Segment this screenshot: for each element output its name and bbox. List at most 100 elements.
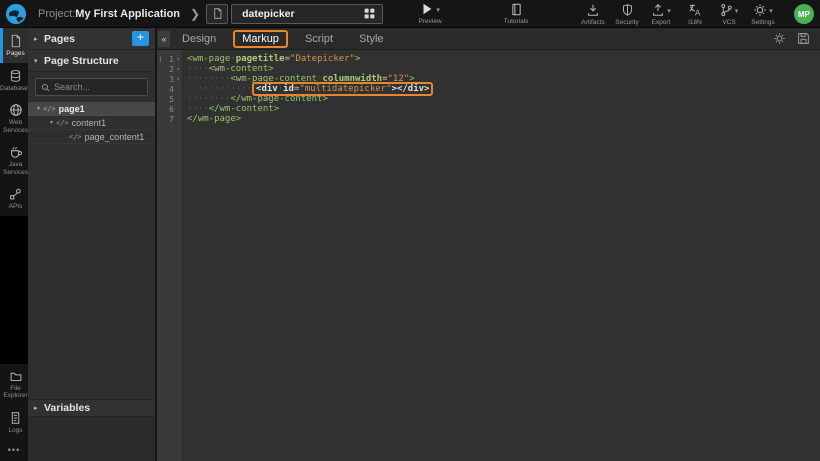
chevron-down-icon[interactable]: ▾ (735, 7, 739, 15)
activity-bar-spacer (0, 216, 28, 364)
code-line-5[interactable]: ········</wm-page-content> (183, 94, 820, 104)
editor-code[interactable]: <wm-page·pagetitle="Datepicker">····<wm-… (183, 50, 820, 461)
panel-bottom-space (28, 417, 155, 461)
sidebar-item-logs[interactable]: Logs (0, 405, 28, 440)
editor-gutter: i1▾2▾3▾4567 (157, 50, 183, 461)
preview-button[interactable]: ▾ Preview (415, 2, 445, 25)
code-line-1[interactable]: <wm-page·pagetitle="Datepicker"> (183, 54, 820, 64)
expanded-triangle-icon[interactable]: ▾ (47, 119, 56, 126)
tab-script[interactable]: Script (305, 33, 333, 45)
sidebar-item-apis[interactable]: APIs (0, 181, 28, 216)
globe-icon (9, 103, 23, 117)
code-line-4[interactable]: ············<div·id="multidatepicker"></… (183, 84, 820, 94)
line-number: 7 (164, 115, 174, 124)
tab-markup[interactable]: Markup (233, 30, 288, 48)
settings-button[interactable]: ▾Settings (748, 3, 778, 26)
editor-area: « Design Markup Script Style (157, 28, 820, 461)
project-label: Project: (38, 8, 75, 20)
widget-code-icon: </> (43, 105, 56, 113)
code-token: <wm-content> (209, 64, 274, 74)
pages-panel: ▸ Pages + ▾ Page Structure ▾</>page1▾</>… (28, 28, 157, 461)
branch-icon (720, 3, 733, 17)
sidebar-item-java-services[interactable]: Java Services (0, 139, 28, 181)
page-file-button[interactable] (206, 4, 228, 24)
expanded-triangle-icon: ▾ (34, 57, 44, 65)
sidebar-item-web-services[interactable]: Web Services (0, 97, 28, 139)
line-number: 6 (164, 105, 174, 114)
sidebar-item-databases[interactable]: Databases (0, 63, 28, 98)
code-line-7[interactable]: </wm-page> (183, 114, 820, 124)
pages-section-header[interactable]: ▸ Pages + (28, 28, 155, 50)
code-token: pagetitle (236, 54, 285, 64)
tutorials-button[interactable]: Tutorials (501, 3, 531, 25)
i18n-button[interactable]: AI18N (680, 3, 710, 26)
fold-arrow-icon[interactable]: ▾ (174, 76, 182, 83)
variables-section-header[interactable]: ▸ Variables (28, 399, 155, 417)
tree-node-page_content1[interactable]: </>page_content1 (28, 130, 155, 144)
tree-node-content1[interactable]: ▾</>content1 (28, 116, 155, 130)
sidebar-item-pages[interactable]: Pages (0, 28, 28, 63)
chevron-down-icon[interactable]: ▾ (769, 7, 773, 15)
chevron-down-icon[interactable]: ▾ (436, 6, 440, 14)
tab-style[interactable]: Style (359, 33, 383, 45)
code-token: > (355, 54, 360, 64)
open-page-tab-label: datepicker (242, 8, 363, 20)
sidebar-item-file-explorer[interactable]: File Explorer (0, 364, 28, 405)
code-whitespace: ········ (187, 94, 230, 104)
page-structure-header[interactable]: ▾ Page Structure (28, 50, 155, 72)
add-page-button[interactable]: + (132, 31, 149, 46)
info-marker-icon: i (157, 55, 164, 64)
security-button[interactable]: Security (612, 3, 642, 26)
code-token: ></div> (392, 84, 430, 94)
more-options-button[interactable]: ••• (0, 439, 28, 461)
code-token: id (283, 84, 294, 94)
sidebar-item-label: Pages (6, 50, 24, 58)
editor-tab-bar: « Design Markup Script Style (157, 28, 820, 50)
code-line-2[interactable]: ····<wm-content> (183, 64, 820, 74)
fold-arrow-icon[interactable]: ▾ (174, 56, 182, 63)
breadcrumb-chevron-icon: ❯ (190, 7, 200, 21)
gutter-row[interactable]: 2▾ (157, 64, 182, 74)
gutter-row[interactable]: 4 (157, 84, 182, 94)
save-icon[interactable] (797, 32, 810, 45)
editor-settings-gear-icon[interactable] (773, 32, 786, 45)
gutter-row[interactable]: 3▾ (157, 74, 182, 84)
gutter-row[interactable]: 6 (157, 104, 182, 114)
code-token: </wm-page-content> (230, 94, 328, 104)
chevron-down-icon[interactable]: ▾ (667, 7, 671, 15)
markup-code-editor[interactable]: i1▾2▾3▾4567 <wm-page·pagetitle="Datepick… (157, 50, 820, 461)
gutter-row[interactable]: i1▾ (157, 54, 182, 64)
structure-search[interactable] (35, 78, 148, 96)
sidebar-item-label: Java Services (3, 161, 28, 176)
fold-arrow-icon[interactable]: ▾ (174, 66, 182, 73)
project-breadcrumb[interactable]: Project:My First Application (38, 8, 180, 20)
code-line-6[interactable]: ····</wm-content> (183, 104, 820, 114)
grid-icon[interactable] (363, 7, 376, 20)
collapse-panel-button[interactable]: « (158, 31, 170, 47)
gutter-row[interactable]: 7 (157, 114, 182, 124)
tree-node-label: content1 (72, 118, 107, 128)
wavemaker-logo-icon (5, 3, 27, 25)
artifacts-button[interactable]: Artifacts (578, 3, 608, 26)
gutter-row[interactable]: 5 (157, 94, 182, 104)
collapsed-triangle-icon: ▸ (34, 404, 44, 412)
expanded-triangle-icon[interactable]: ▾ (34, 105, 43, 112)
vcs-button[interactable]: ▾VCS (714, 3, 744, 26)
tree-node-page1[interactable]: ▾</>page1 (28, 102, 155, 116)
tree-node-label: page1 (59, 104, 85, 114)
wavemaker-studio: Project:My First Application ❯ datepicke… (0, 0, 820, 461)
line-number: 3 (164, 75, 174, 84)
export-button[interactable]: ▾Export (646, 3, 676, 26)
code-token: <wm-page (187, 54, 230, 64)
tab-design[interactable]: Design (182, 33, 216, 45)
code-token: <div (256, 84, 278, 94)
user-avatar[interactable]: MP (794, 4, 814, 24)
open-page-tab[interactable]: datepicker (231, 4, 383, 24)
folder-icon (9, 370, 23, 383)
code-whitespace: ···· (187, 64, 209, 74)
line-number: 1 (164, 55, 174, 64)
search-input[interactable] (54, 82, 142, 92)
widget-code-icon: </> (69, 133, 82, 141)
sidebar-item-label: Databases (0, 85, 31, 93)
topbar-tools: ArtifactsSecurity▾ExportAI18N▾VCS▾Settin… (578, 0, 778, 28)
